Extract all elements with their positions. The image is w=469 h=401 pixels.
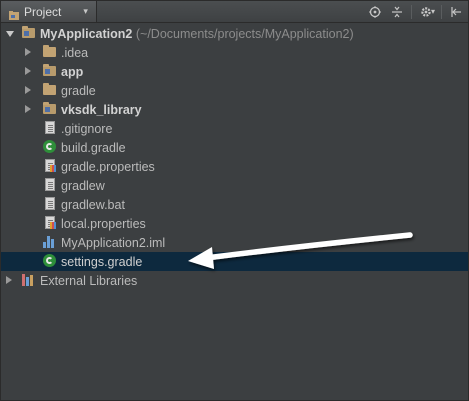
tree-item-label: gradlew: [61, 178, 105, 193]
tree-item-label: local.properties: [61, 216, 146, 231]
gear-chevron-down-icon[interactable]: ▾: [431, 7, 435, 16]
tree-item-label: .gitignore: [61, 121, 113, 136]
library-icon: [22, 274, 35, 286]
tree-item-root[interactable]: MyApplication2 (~/Documents/projects/MyA…: [1, 24, 468, 43]
tree-item-label: External Libraries: [40, 273, 138, 288]
text-file-icon: [45, 121, 55, 134]
chevron-down-icon: ▾: [83, 6, 88, 16]
expand-arrow-icon[interactable]: [6, 31, 14, 37]
tree-item-build-gradle[interactable]: build.gradle: [1, 138, 468, 157]
tree-item-label: .idea: [61, 45, 89, 60]
expand-arrow-icon[interactable]: [25, 48, 31, 56]
tree-item-gradle-properties[interactable]: gradle.properties: [1, 157, 468, 176]
gradle-file-icon: [43, 140, 56, 153]
target-icon[interactable]: [367, 4, 383, 20]
text-file-icon: [45, 178, 55, 191]
module-folder-icon: [43, 64, 56, 76]
tree-item-app[interactable]: app: [1, 62, 468, 81]
tree-item-gradlew-bat[interactable]: gradlew.bat: [1, 195, 468, 214]
project-toolbar: Project ▾ ▾: [1, 1, 468, 23]
toolbar-actions: ▾: [361, 1, 464, 22]
tree-item-label: build.gradle: [61, 140, 126, 155]
project-tool-window: Project ▾ ▾ MyApplication2 (~/Documents/…: [0, 0, 469, 401]
tree-item-label: MyApplication2.iml: [61, 235, 166, 250]
collapse-all-icon[interactable]: [389, 4, 405, 20]
folder-icon: [43, 83, 56, 95]
tree-item-label: gradle: [61, 83, 96, 98]
properties-file-icon: [45, 159, 56, 172]
view-selector-label: Project: [24, 4, 62, 19]
tree-item-idea[interactable]: .idea: [1, 43, 468, 62]
tree-item-label: app: [61, 64, 84, 79]
tree-item-gradle[interactable]: gradle: [1, 81, 468, 100]
project-tree: MyApplication2 (~/Documents/projects/MyA…: [1, 24, 468, 290]
expand-arrow-icon[interactable]: [25, 105, 31, 113]
tree-item-label: gradlew.bat: [61, 197, 125, 212]
expand-arrow-icon[interactable]: [25, 67, 31, 75]
tree-item-gitignore[interactable]: .gitignore: [1, 119, 468, 138]
iml-file-icon: [43, 235, 55, 248]
tree-item-external-libraries[interactable]: External Libraries: [1, 271, 468, 290]
gradle-file-icon: [43, 254, 56, 267]
properties-file-icon: [45, 216, 56, 229]
tree-item-settings-gradle[interactable]: settings.gradle: [1, 252, 468, 271]
toolbar-separator: [441, 4, 442, 19]
project-view-icon: [9, 7, 19, 20]
toolbar-separator: [410, 4, 412, 19]
tree-item-iml[interactable]: MyApplication2.iml: [1, 233, 468, 252]
module-folder-icon: [43, 102, 56, 114]
tree-item-label: settings.gradle: [61, 254, 143, 269]
expand-arrow-icon[interactable]: [25, 86, 31, 94]
folder-icon: [43, 45, 56, 57]
tree-item-vksdk-library[interactable]: vksdk_library: [1, 100, 468, 119]
tree-item-local-properties[interactable]: local.properties: [1, 214, 468, 233]
tree-item-label: vksdk_library: [61, 102, 142, 117]
root-name: MyApplication2: [40, 26, 133, 41]
expand-arrow-icon[interactable]: [6, 276, 12, 284]
module-folder-icon: [22, 26, 35, 38]
root-path: (~/Documents/projects/MyApplication2): [135, 26, 354, 41]
tree-item-label: gradle.properties: [61, 159, 155, 174]
text-file-icon: [45, 197, 55, 210]
tree-item-gradlew[interactable]: gradlew: [1, 176, 468, 195]
view-selector-dropdown[interactable]: Project ▾: [1, 1, 97, 22]
hide-panel-icon[interactable]: [448, 4, 464, 20]
